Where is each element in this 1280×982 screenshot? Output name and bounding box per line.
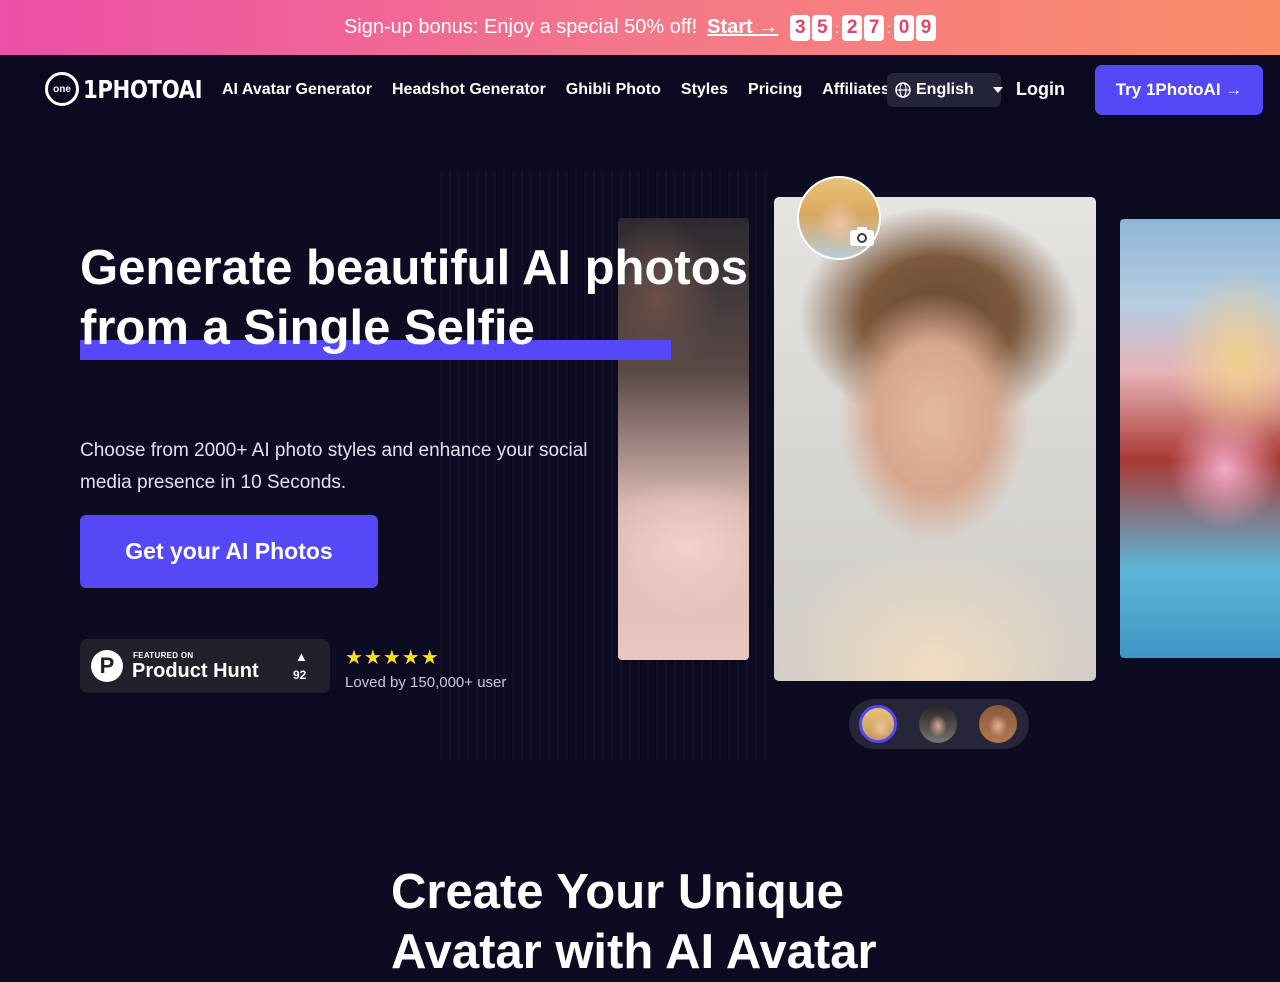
language-label: English	[916, 81, 974, 98]
gallery-photo-right	[1120, 219, 1280, 658]
countdown-digit: 9	[916, 14, 937, 41]
hero-title-line1: Generate beautiful AI photos	[80, 241, 748, 295]
nav-link-ai-avatar-generator[interactable]: AI Avatar Generator	[222, 81, 372, 99]
thumbnail-avatar-2[interactable]	[919, 705, 957, 743]
promo-start-link[interactable]: Start →	[707, 16, 778, 39]
nav-link-headshot-generator[interactable]: Headshot Generator	[392, 81, 546, 99]
get-ai-photos-button[interactable]: Get your AI Photos	[80, 515, 378, 588]
hero-title-line2: from a Single Selfie	[80, 301, 535, 355]
nav-link-ghibli-photo[interactable]: Ghibli Photo	[566, 81, 661, 99]
countdown-digit: 5	[812, 14, 833, 41]
language-selector[interactable]: English	[887, 73, 1003, 107]
nav-links: AI Avatar Generator Headshot Generator G…	[222, 55, 890, 125]
user-rating: ★★★★★ Loved by 150,000+ user	[345, 645, 506, 691]
nav-link-affiliates[interactable]: Affiliates	[822, 81, 890, 99]
section-title: Create Your Unique Avatar with AI Avatar	[391, 865, 877, 979]
countdown-digit: 2	[842, 14, 863, 41]
try-1photoai-button[interactable]: Try 1PhotoAI →	[1095, 65, 1263, 115]
style-thumbnail-switcher	[849, 699, 1029, 749]
hero-subtitle: Choose from 2000+ AI photo styles and en…	[80, 440, 588, 493]
product-hunt-badge[interactable]: P FEATURED ON Product Hunt ▲ 92	[80, 639, 330, 693]
promo-text: Sign-up bonus: Enjoy a special 50% off!	[343, 16, 698, 38]
camera-icon	[849, 224, 875, 248]
thumbnail-avatar-1[interactable]	[859, 705, 897, 743]
countdown-digit: 7	[864, 14, 885, 41]
hero-title: Generate beautiful AI photos from a Sing…	[80, 238, 800, 358]
chevron-down-icon	[992, 87, 1003, 93]
countdown-separator: :	[887, 19, 892, 36]
gallery-photo-main	[774, 197, 1096, 681]
logo-text: 1PHOTOAI	[83, 74, 203, 104]
logo-badge: one	[45, 72, 79, 106]
thumbnail-avatar-3[interactable]	[979, 705, 1017, 743]
countdown-separator: :	[835, 19, 840, 36]
countdown-timer: 3 5 : 2 7 : 0 9	[790, 14, 937, 41]
rating-text: Loved by 150,000+ user	[345, 674, 507, 691]
upvote-count: 92	[293, 668, 307, 682]
star-rating-icons: ★★★★★	[345, 647, 440, 669]
countdown-digit: 0	[894, 14, 915, 41]
ph-name: Product Hunt	[132, 660, 259, 682]
top-navbar: one 1PHOTOAI AI Avatar Generator Headsho…	[0, 55, 1280, 125]
countdown-digit: 3	[790, 14, 811, 41]
globe-icon	[895, 82, 911, 98]
product-hunt-logo-icon: P	[91, 650, 123, 682]
promo-banner: Sign-up bonus: Enjoy a special 50% off! …	[0, 0, 1280, 55]
ph-featured-label: FEATURED ON	[133, 651, 194, 660]
site-logo[interactable]: one 1PHOTOAI	[45, 72, 223, 106]
nav-link-styles[interactable]: Styles	[681, 81, 728, 99]
upvote-icon: ▲	[295, 649, 308, 664]
nav-link-pricing[interactable]: Pricing	[748, 81, 802, 99]
login-link[interactable]: Login	[1016, 79, 1065, 100]
